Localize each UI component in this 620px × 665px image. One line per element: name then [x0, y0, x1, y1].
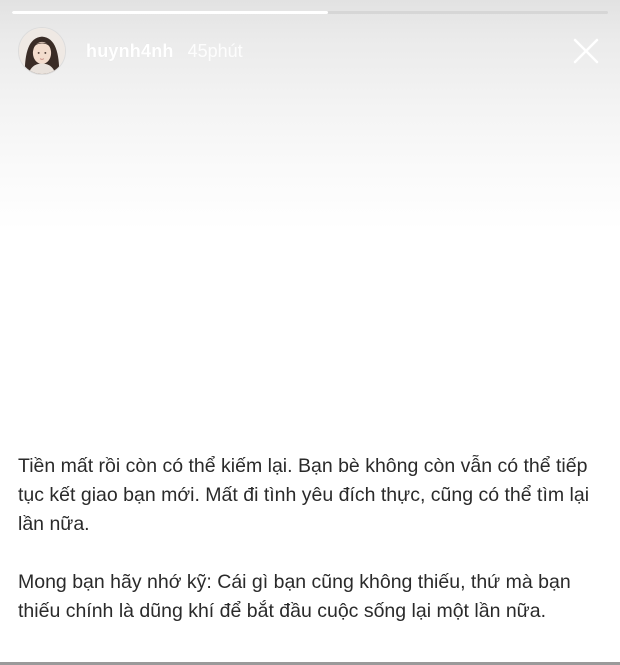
story-text: Tiền mất rồi còn có thể kiếm lại. Bạn bè…	[18, 452, 600, 626]
story-paragraph-1: Tiền mất rồi còn có thể kiếm lại. Bạn bè…	[18, 455, 590, 535]
story-progress-fill	[12, 11, 328, 14]
avatar-photo-icon	[19, 28, 65, 74]
close-button[interactable]	[570, 35, 602, 67]
avatar[interactable]	[18, 27, 66, 75]
close-icon	[573, 38, 599, 64]
story-progress-bar	[12, 11, 608, 14]
story-header: huynh4nh 45phút	[18, 26, 602, 76]
post-time: 45phút	[187, 40, 243, 61]
story-paragraph-2: Mong bạn hãy nhớ kỹ: Cái gì bạn cũng khô…	[18, 571, 571, 622]
username[interactable]: huynh4nh	[86, 41, 174, 62]
story-viewer[interactable]: huynh4nh 45phút Tiền mất rồi còn có thể …	[0, 0, 620, 665]
